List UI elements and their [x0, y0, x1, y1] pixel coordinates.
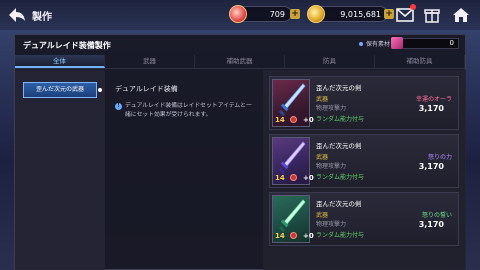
item-stat-label: 物理攻撃力 [316, 163, 347, 170]
gem-count: 709 [269, 9, 285, 19]
item-extra: ランダム能力付与 [316, 174, 365, 181]
item-thumbnail: 14 +0 [272, 79, 314, 127]
description-info: ! デュアルレイド装備はレイドセットアイテムと一緒にセット効果が受けられます。 [115, 102, 255, 120]
material-icon [391, 37, 404, 49]
item-set-tag: 幸運のオーラ [415, 96, 452, 103]
tab-sub-weapon[interactable]: 補助武器 [195, 55, 285, 68]
item-stat-label: 物理攻撃力 [316, 105, 347, 112]
tab-all[interactable]: 全体 [15, 55, 105, 68]
item-category: 武器 [316, 154, 329, 161]
gold-currency: 9,015,681 [307, 5, 388, 23]
info-icon: ! [115, 103, 122, 110]
gem-icon [229, 5, 247, 23]
sword-icon [279, 141, 306, 174]
item-set-tag: 怒りの力 [427, 154, 452, 161]
item-card[interactable]: 14 +0 歪んだ次元の剣 武器 物理攻撃力 ランダム能力付与 怒りの力 3,1… [269, 134, 459, 188]
item-card[interactable]: 14 +0 歪んだ次元の剣 武器 物理攻撃力 ランダム能力付与 幸運のオーラ 3… [269, 76, 459, 130]
description-column: デュアルレイド装備 ! デュアルレイド装備はレイドセットアイテムと一緒にセット効… [111, 70, 259, 270]
item-grade-icon [290, 174, 297, 181]
home-icon [453, 8, 469, 22]
gem-currency: 709 [229, 5, 292, 23]
material-counter: 保有素材 0 [359, 37, 459, 50]
gold-count: 9,015,681 [340, 9, 381, 19]
back-arrow-icon [9, 8, 25, 22]
item-power: 3,170 [418, 104, 444, 113]
item-power: 3,170 [418, 220, 444, 229]
sword-icon [279, 83, 306, 116]
item-enhance: +0 [303, 232, 314, 240]
material-value-box: 0 [391, 37, 459, 49]
item-extra: ランダム能力付与 [316, 232, 365, 239]
mail-button[interactable] [395, 4, 416, 25]
item-name: 歪んだ次元の剣 [316, 142, 362, 150]
tab-armor[interactable]: 防具 [285, 55, 375, 68]
filter-distorted-weapon-button[interactable]: 歪んだ次元の武器 [23, 82, 102, 98]
item-category: 武器 [316, 96, 329, 103]
item-level: 14 [275, 174, 285, 182]
description-text: デュアルレイド装備はレイドセットアイテムと一緒にセット効果が受けられます。 [125, 103, 252, 118]
item-power: 3,170 [418, 162, 444, 171]
tab-weapon[interactable]: 武器 [105, 55, 195, 68]
filter-column: 歪んだ次元の武器 [15, 70, 105, 270]
item-thumbnail: 14 +0 [272, 195, 314, 243]
tab-sub-armor[interactable]: 補助防具 [375, 55, 465, 68]
item-level: 14 [275, 116, 285, 124]
item-level: 14 [275, 232, 285, 240]
panel-title: デュアルレイド装備製作 [23, 41, 111, 50]
item-extra: ランダム能力付与 [316, 116, 365, 123]
add-gold-button[interactable]: + [384, 9, 394, 19]
item-name: 歪んだ次元の剣 [316, 200, 362, 208]
material-label: 保有素材 [366, 41, 391, 48]
item-name: 歪んだ次元の剣 [316, 84, 362, 92]
item-category: 武器 [316, 212, 329, 219]
top-bar: 製作 709 + 9,015,681 + [0, 0, 480, 30]
item-thumbnail: 14 +0 [272, 137, 314, 185]
item-card[interactable]: 14 +0 歪んだ次元の剣 武器 物理攻撃力 ランダム能力付与 怒りの誓い 3,… [269, 192, 459, 246]
back-button[interactable] [6, 4, 28, 26]
mail-icon [396, 8, 414, 22]
category-tabs: 全体 武器 補助武器 防具 補助防具 [15, 55, 465, 69]
item-stat-label: 物理攻撃力 [316, 221, 347, 228]
item-list: 14 +0 歪んだ次元の剣 武器 物理攻撃力 ランダム能力付与 幸運のオーラ 3… [263, 70, 466, 270]
item-grade-icon [290, 116, 297, 123]
crafting-panel: デュアルレイド装備製作 保有素材 0 全体 武器 補助武器 防具 補助防具 歪ん… [14, 34, 466, 270]
description-title: デュアルレイド装備 [115, 85, 178, 93]
material-count: 0 [449, 39, 454, 47]
shop-button[interactable] [422, 5, 442, 25]
home-button[interactable] [451, 5, 471, 25]
item-grade-icon [290, 232, 297, 239]
material-bullet-icon [359, 41, 363, 46]
mail-notification-dot [410, 4, 416, 10]
gold-coin-icon [307, 5, 325, 23]
add-gem-button[interactable]: + [290, 9, 300, 19]
selected-indicator-icon [98, 88, 102, 92]
page-title: 製作 [32, 12, 52, 23]
sword-icon [279, 199, 306, 232]
filter-label: 歪んだ次元の武器 [35, 86, 84, 93]
item-set-tag: 怒りの誓い [421, 212, 452, 219]
item-enhance: +0 [303, 174, 314, 182]
item-enhance: +0 [303, 116, 314, 124]
gift-box-icon [424, 9, 440, 23]
